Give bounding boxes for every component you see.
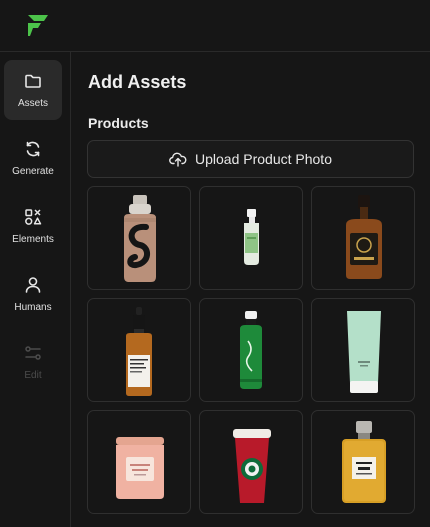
- sidebar-item-label: Assets: [17, 97, 48, 109]
- serum-dropper-image: [126, 307, 152, 396]
- product-card[interactable]: [87, 410, 191, 514]
- sidebar-item-assets[interactable]: Assets: [4, 60, 62, 120]
- main-panel: Add Assets Products Upload Product Photo: [71, 52, 430, 527]
- sidebar: Assets Generate Elements Humans Edit: [0, 52, 71, 527]
- spray-bottle-image: [244, 209, 259, 265]
- shapes-icon: [25, 208, 42, 225]
- refresh-icon: [26, 141, 40, 156]
- candle-jar-image: [116, 437, 164, 499]
- product-card[interactable]: [199, 186, 303, 290]
- page-title: Add Assets: [88, 72, 187, 92]
- product-card[interactable]: [199, 298, 303, 402]
- sidebar-item-label: Elements: [12, 233, 54, 245]
- foundation-bottle-image: [124, 195, 156, 282]
- coffee-cup-image: [233, 429, 271, 503]
- sliders-icon: [25, 345, 41, 360]
- product-card[interactable]: [199, 410, 303, 514]
- sidebar-item-elements[interactable]: Elements: [4, 196, 62, 256]
- sidebar-item-generate[interactable]: Generate: [4, 128, 62, 188]
- upload-product-photo-button[interactable]: Upload Product Photo: [87, 140, 414, 178]
- upload-cloud-icon: [169, 152, 187, 167]
- perfume-bottle-image: [342, 421, 386, 503]
- product-card[interactable]: [311, 298, 415, 402]
- sidebar-item-humans[interactable]: Humans: [4, 264, 62, 324]
- folder-icon: [25, 74, 41, 88]
- section-title: Products: [88, 115, 149, 131]
- green-bottle-image: [240, 311, 262, 389]
- sidebar-item-label: Humans: [14, 301, 52, 313]
- upload-label: Upload Product Photo: [195, 151, 332, 167]
- whiskey-bottle-image: [346, 195, 382, 279]
- sidebar-item-edit: Edit: [4, 332, 62, 392]
- brand-logo-icon[interactable]: [24, 12, 50, 38]
- user-icon: [25, 276, 41, 293]
- top-bar: [0, 0, 430, 52]
- product-card[interactable]: [87, 298, 191, 402]
- lotion-tube-image: [347, 311, 381, 393]
- sidebar-item-label: Generate: [12, 165, 54, 177]
- product-card[interactable]: [87, 186, 191, 290]
- product-card[interactable]: [311, 186, 415, 290]
- sidebar-item-label: Edit: [24, 369, 42, 381]
- product-card[interactable]: [311, 410, 415, 514]
